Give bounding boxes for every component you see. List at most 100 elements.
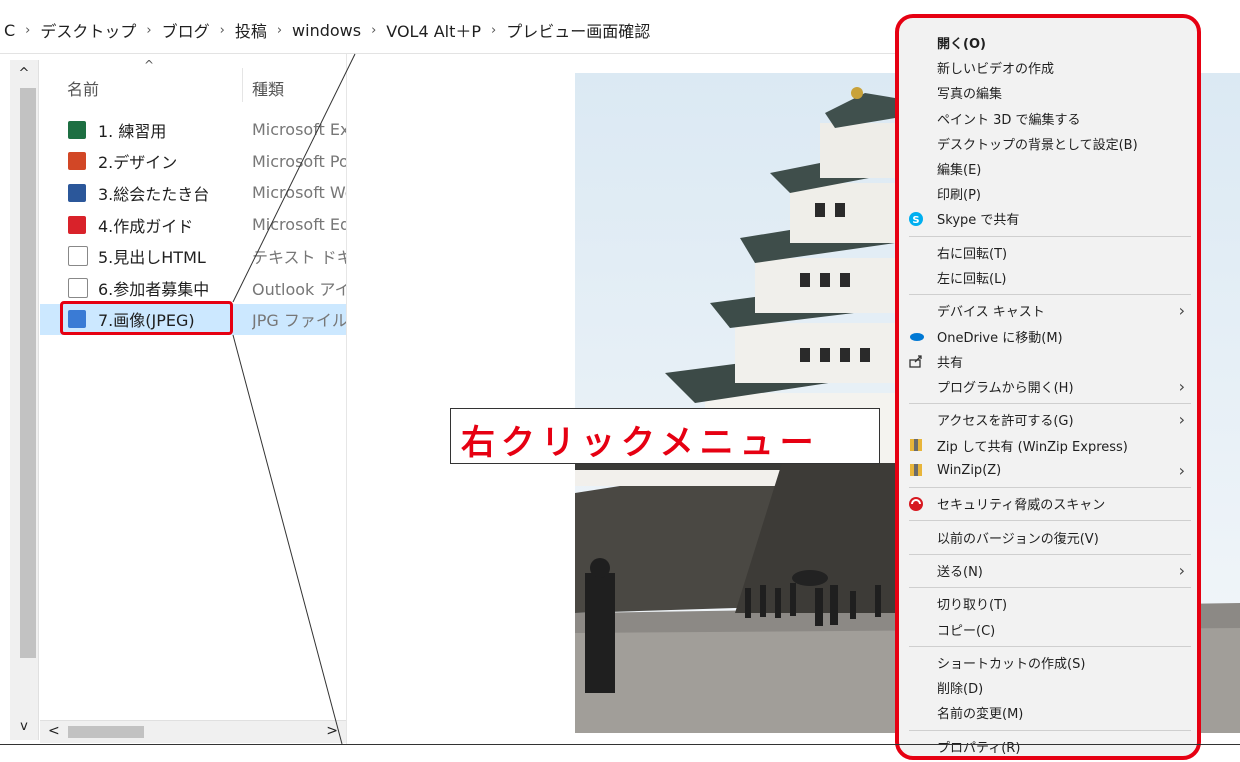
breadcrumb-item[interactable]: C bbox=[4, 21, 15, 40]
breadcrumb-item[interactable]: VOL4 Alt＋P bbox=[386, 18, 481, 42]
file-row[interactable]: 1. 練習用 Microsoft Ex bbox=[40, 114, 346, 146]
submenu-arrow-icon: › bbox=[1178, 377, 1185, 397]
pane-divider[interactable] bbox=[346, 54, 347, 744]
file-name: 5.見出しHTML bbox=[98, 248, 206, 268]
menu-item[interactable]: 名前の変更(M) bbox=[899, 700, 1197, 725]
menu-item[interactable]: 右に回転(T) bbox=[899, 240, 1197, 265]
horizontal-scrollbar[interactable]: < > bbox=[40, 720, 346, 743]
menu-item-label: ペイント 3D で編集する bbox=[937, 112, 1081, 128]
file-name: 4.作成ガイド bbox=[98, 216, 194, 236]
menu-item[interactable]: アクセスを許可する(G) › bbox=[899, 407, 1197, 432]
breadcrumb-separator-icon[interactable]: › bbox=[277, 23, 282, 38]
file-name: 3.総会たたき台 bbox=[98, 184, 210, 204]
menu-item[interactable]: コピー(C) bbox=[899, 617, 1197, 642]
menu-item[interactable]: 以前のバージョンの復元(V) bbox=[899, 525, 1197, 550]
menu-item-label: 切り取り(T) bbox=[937, 598, 1008, 614]
menu-item-label: アクセスを許可する(G) bbox=[937, 414, 1074, 430]
word-icon bbox=[68, 183, 86, 202]
svg-text:S: S bbox=[912, 215, 919, 226]
vertical-scrollbar[interactable]: ^ v bbox=[10, 60, 39, 740]
file-type: テキスト ドキュ bbox=[252, 248, 346, 268]
menu-item[interactable]: プログラムから開く(H) › bbox=[899, 374, 1197, 399]
file-row[interactable]: 5.見出しHTML テキスト ドキュ bbox=[40, 240, 346, 272]
breadcrumb-item[interactable]: windows bbox=[292, 21, 361, 40]
menu-item-label: デスクトップの背景として設定(B) bbox=[937, 137, 1138, 153]
menu-item[interactable]: 開く(O) bbox=[899, 30, 1197, 55]
menu-separator bbox=[909, 520, 1191, 522]
selected-file-highlight-box bbox=[60, 301, 233, 335]
scroll-left-button[interactable]: < bbox=[48, 723, 60, 739]
menu-separator bbox=[909, 587, 1191, 589]
menu-item[interactable]: 共有 bbox=[899, 349, 1197, 374]
breadcrumb-item[interactable]: デスクトップ bbox=[40, 18, 136, 42]
breadcrumb-separator-icon[interactable]: › bbox=[491, 23, 496, 38]
menu-item[interactable]: 送る(N) › bbox=[899, 558, 1197, 583]
menu-item[interactable]: 切り取り(T) bbox=[899, 591, 1197, 616]
menu-item[interactable]: WinZip(Z) › bbox=[899, 458, 1197, 483]
menu-item-label: Skype で共有 bbox=[937, 213, 1020, 229]
breadcrumb-item[interactable]: 投稿 bbox=[235, 18, 267, 42]
file-row[interactable]: 6.参加者募集中 Outlook アイ bbox=[40, 272, 346, 304]
menu-item[interactable]: デスクトップの背景として設定(B) bbox=[899, 131, 1197, 156]
text-file-icon bbox=[68, 246, 88, 267]
column-header-name[interactable]: 名前 bbox=[67, 76, 99, 100]
menu-item[interactable]: ショートカットの作成(S) bbox=[899, 650, 1197, 675]
menu-item-label: 左に回転(L) bbox=[937, 272, 1007, 288]
menu-item-label: 開く(O) bbox=[937, 37, 986, 53]
pdf-icon bbox=[68, 215, 86, 234]
menu-item-label: 新しいビデオの作成 bbox=[937, 62, 1055, 78]
file-type: Microsoft Ed bbox=[252, 215, 346, 235]
breadcrumb-divider bbox=[0, 53, 895, 54]
file-row[interactable]: 4.作成ガイド Microsoft Ed bbox=[40, 209, 346, 241]
menu-item-label: OneDrive に移動(M) bbox=[937, 330, 1063, 346]
menu-item-label: プログラムから開く(H) bbox=[937, 381, 1074, 397]
menu-item-label: 編集(E) bbox=[937, 163, 982, 179]
context-menu: 開く(O) 新しいビデオの作成 写真の編集ペイント 3D で編集するデスクトップの背… bbox=[895, 14, 1201, 760]
breadcrumb-item[interactable]: プレビュー画面確認 bbox=[506, 18, 650, 42]
menu-item[interactable]: Zip して共有 (WinZip Express) bbox=[899, 433, 1197, 458]
horizontal-scroll-thumb[interactable] bbox=[68, 726, 144, 738]
breadcrumb-item[interactable]: ブログ bbox=[162, 18, 210, 42]
menu-item[interactable]: 削除(D) bbox=[899, 675, 1197, 700]
file-row[interactable]: 2.デザイン Microsoft Po bbox=[40, 146, 346, 178]
file-row[interactable]: 3.総会たたき台 Microsoft Wo bbox=[40, 177, 346, 209]
menu-item[interactable]: デバイス キャスト › bbox=[899, 298, 1197, 323]
menu-separator bbox=[909, 294, 1191, 296]
breadcrumb-separator-icon[interactable]: › bbox=[220, 23, 225, 38]
menu-item-label: 送る(N) bbox=[937, 565, 983, 581]
submenu-arrow-icon: › bbox=[1178, 410, 1185, 430]
menu-item[interactable]: OneDrive に移動(M) bbox=[899, 324, 1197, 349]
breadcrumb-separator-icon[interactable]: › bbox=[371, 23, 376, 38]
submenu-arrow-icon: › bbox=[1178, 561, 1185, 581]
menu-item[interactable]: S Skype で共有 bbox=[899, 206, 1197, 231]
menu-item[interactable]: セキュリティ脅威のスキャン bbox=[899, 491, 1197, 516]
menu-item-label: 右に回転(T) bbox=[937, 246, 1008, 262]
breadcrumb-separator-icon[interactable]: › bbox=[25, 23, 30, 38]
scroll-down-button[interactable]: v bbox=[10, 719, 38, 734]
menu-item-label: ショートカットの作成(S) bbox=[937, 657, 1086, 673]
menu-item-label: WinZip(Z) bbox=[937, 462, 1002, 478]
scroll-right-button[interactable]: > bbox=[326, 723, 338, 739]
sort-indicator-icon: ^ bbox=[144, 58, 155, 72]
menu-item[interactable]: プロパティ(R) bbox=[899, 734, 1197, 759]
menu-item[interactable]: 編集(E) bbox=[899, 156, 1197, 181]
menu-item[interactable]: ペイント 3D で編集する bbox=[899, 106, 1197, 131]
menu-item-label: 名前の変更(M) bbox=[937, 707, 1024, 723]
menu-item[interactable]: 写真の編集 bbox=[899, 80, 1197, 105]
scroll-up-button[interactable]: ^ bbox=[10, 66, 38, 81]
column-header-type[interactable]: 種類 bbox=[252, 76, 284, 100]
column-divider[interactable] bbox=[242, 68, 243, 102]
menu-item-label: Zip して共有 (WinZip Express) bbox=[937, 439, 1128, 455]
breadcrumb-separator-icon[interactable]: › bbox=[146, 23, 151, 38]
menu-separator bbox=[909, 553, 1191, 555]
menu-item[interactable]: 左に回転(L) bbox=[899, 265, 1197, 290]
menu-item-label: 共有 bbox=[937, 355, 964, 371]
scroll-thumb[interactable] bbox=[20, 88, 36, 658]
share-icon bbox=[907, 352, 925, 370]
powerpoint-icon bbox=[68, 152, 86, 171]
menu-item-label: 写真の編集 bbox=[937, 87, 1003, 103]
menu-item[interactable]: 印刷(P) bbox=[899, 181, 1197, 206]
menu-separator bbox=[909, 487, 1191, 488]
callout-label: 右クリックメニュー bbox=[450, 408, 880, 464]
menu-item[interactable]: 新しいビデオの作成 bbox=[899, 55, 1197, 80]
